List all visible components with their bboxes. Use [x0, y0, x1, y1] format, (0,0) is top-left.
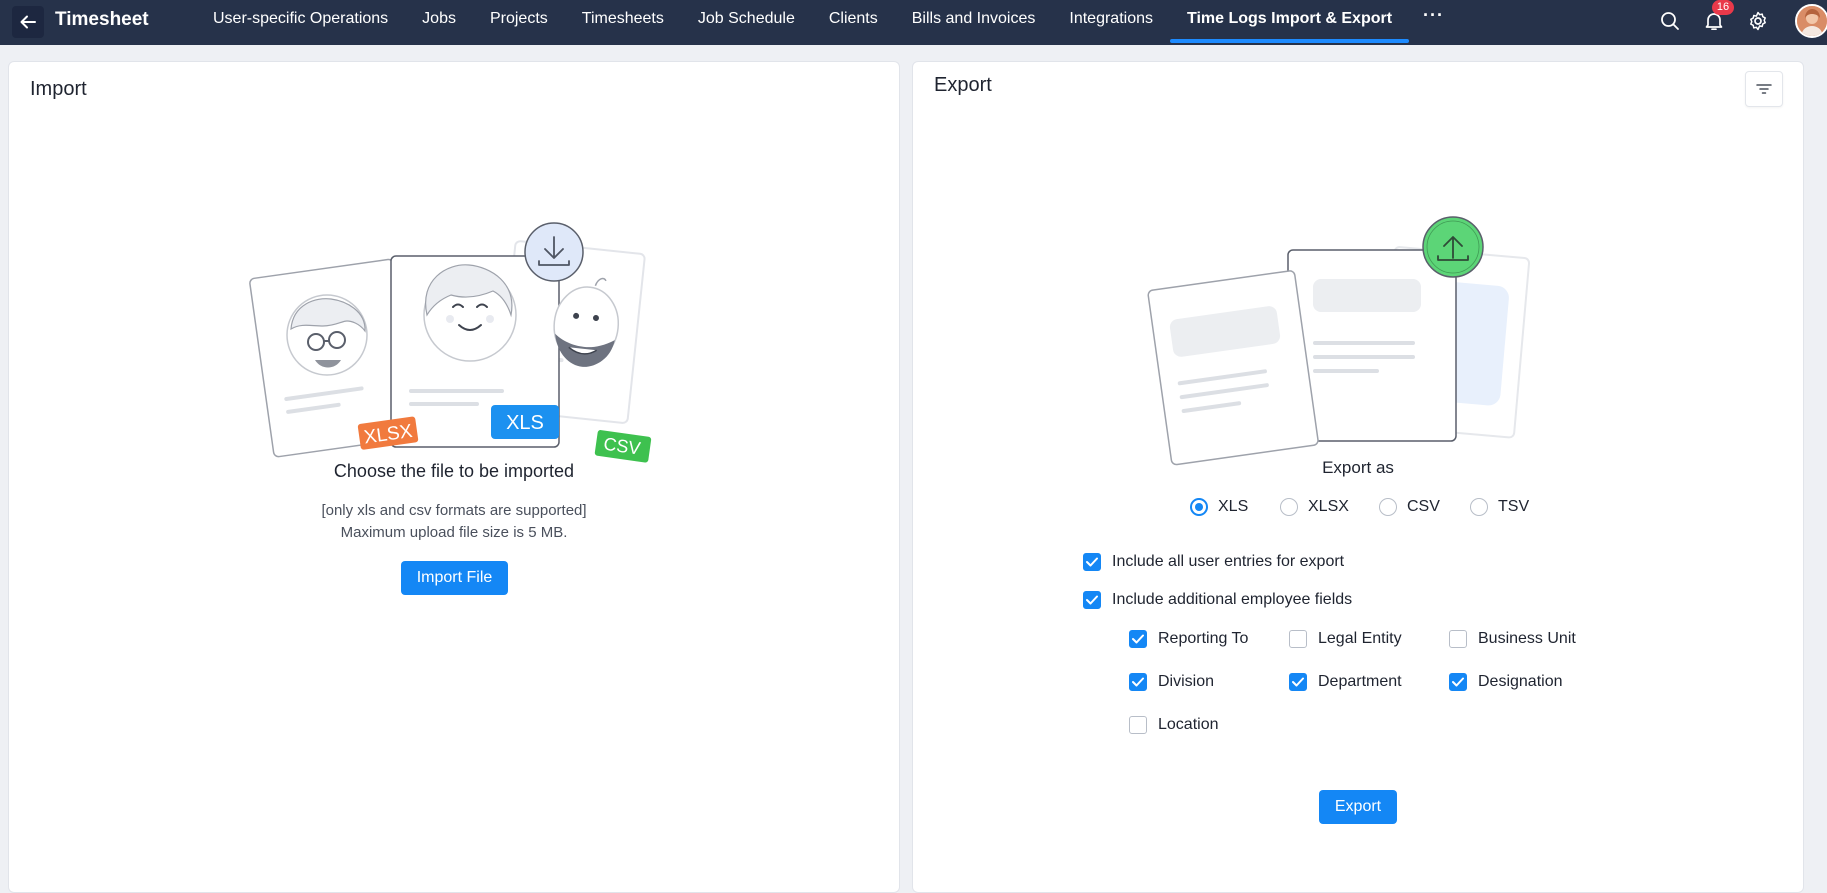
export-as-label: Export as [1322, 458, 1394, 477]
checkbox-reporting-to[interactable] [1129, 630, 1147, 648]
field-label-designation: Designation [1478, 673, 1563, 690]
field-location[interactable]: Location [1129, 716, 1219, 734]
arrow-left-icon [20, 15, 36, 29]
import-panel: Import XLSX XLS CSV Choose the file to b… [8, 61, 900, 893]
format-label-xlsx: XLSX [1308, 498, 1349, 515]
tab-user-specific-operations[interactable]: User-specific Operations [196, 0, 405, 45]
radio-xls[interactable] [1190, 498, 1208, 516]
radio-csv[interactable] [1379, 498, 1397, 516]
checkbox-business-unit[interactable] [1449, 630, 1467, 648]
field-reporting-to[interactable]: Reporting To [1129, 630, 1248, 648]
tab-clients[interactable]: Clients [812, 0, 895, 45]
export-panel: Export Export as XLS XLSX CSV TSV Includ… [912, 61, 1804, 893]
check-icon [1086, 557, 1098, 567]
main-nav: User-specific Operations Jobs Projects T… [196, 0, 1458, 45]
app-title: Timesheet [55, 9, 149, 30]
option-include-all-users[interactable]: Include all user entries for export [1083, 553, 1344, 571]
checkbox-legal-entity[interactable] [1289, 630, 1307, 648]
field-division[interactable]: Division [1129, 673, 1214, 691]
tab-projects[interactable]: Projects [473, 0, 565, 45]
top-navigation-bar: Timesheet User-specific Operations Jobs … [0, 0, 1827, 45]
tab-job-schedule[interactable]: Job Schedule [681, 0, 812, 45]
field-legal-entity[interactable]: Legal Entity [1289, 630, 1402, 648]
search-button[interactable] [1656, 7, 1684, 35]
notification-count-badge: 16 [1712, 0, 1734, 15]
radio-tsv[interactable] [1470, 498, 1488, 516]
option-label-include-employee-fields: Include additional employee fields [1112, 591, 1353, 608]
user-photo-icon [1797, 6, 1827, 36]
format-label-xls: XLS [1218, 498, 1249, 515]
format-label-tsv: TSV [1498, 498, 1530, 515]
gear-icon [1750, 11, 1766, 31]
checkbox-include-all-users[interactable] [1083, 553, 1101, 571]
format-option-tsv[interactable]: TSV [1470, 498, 1529, 516]
checkbox-location[interactable] [1129, 716, 1147, 734]
field-department[interactable]: Department [1289, 673, 1402, 691]
field-designation[interactable]: Designation [1449, 673, 1563, 691]
tab-integrations[interactable]: Integrations [1052, 0, 1170, 45]
check-icon [1452, 677, 1464, 687]
tab-jobs[interactable]: Jobs [405, 0, 473, 45]
field-label-division: Division [1158, 673, 1215, 690]
export-panel-title: Export [934, 74, 992, 96]
field-label-legal-entity: Legal Entity [1318, 630, 1402, 647]
checkbox-department[interactable] [1289, 673, 1307, 691]
field-label-location: Location [1158, 716, 1219, 733]
filter-icon [1756, 84, 1772, 94]
check-icon [1086, 595, 1098, 605]
tab-bills-and-invoices[interactable]: Bills and Invoices [895, 0, 1053, 45]
tab-timesheets[interactable]: Timesheets [565, 0, 681, 45]
xls-badge: XLS [506, 412, 544, 434]
format-option-xlsx[interactable]: XLSX [1280, 498, 1349, 516]
format-label-csv: CSV [1407, 498, 1440, 515]
export-button[interactable]: Export [1319, 790, 1397, 824]
check-icon [1132, 634, 1144, 644]
import-heading: Choose the file to be imported [333, 461, 575, 481]
field-label-business-unit: Business Unit [1478, 630, 1576, 647]
import-format-note: [only xls and csv formats are supported] [321, 502, 587, 519]
tab-time-logs-import-export[interactable]: Time Logs Import & Export [1169, 0, 1410, 45]
check-icon [1292, 677, 1304, 687]
back-button[interactable] [12, 6, 44, 38]
import-file-button[interactable]: Import File [401, 561, 508, 595]
import-size-note: Maximum upload file size is 5 MB. [340, 524, 568, 541]
checkbox-include-employee-fields[interactable] [1083, 591, 1101, 609]
option-label-include-all-users: Include all user entries for export [1112, 553, 1345, 570]
checkbox-designation[interactable] [1449, 673, 1467, 691]
filter-button[interactable] [1745, 71, 1783, 107]
format-option-csv[interactable]: CSV [1379, 498, 1440, 516]
field-label-reporting-to: Reporting To [1158, 630, 1249, 647]
more-tabs-button[interactable]: ··· [1409, 0, 1458, 45]
settings-button[interactable] [1744, 7, 1772, 35]
option-include-employee-fields[interactable]: Include additional employee fields [1083, 591, 1352, 609]
import-panel-title: Import [30, 78, 87, 100]
import-illustration: XLSX XLS CSV [249, 222, 652, 463]
radio-xlsx[interactable] [1280, 498, 1298, 516]
format-option-xls[interactable]: XLS [1190, 498, 1248, 516]
checkbox-division[interactable] [1129, 673, 1147, 691]
avatar[interactable] [1795, 4, 1827, 38]
export-illustration [1147, 216, 1531, 466]
field-business-unit[interactable]: Business Unit [1449, 630, 1576, 648]
search-icon [1661, 12, 1679, 30]
field-label-department: Department [1318, 673, 1402, 690]
check-icon [1132, 677, 1144, 687]
